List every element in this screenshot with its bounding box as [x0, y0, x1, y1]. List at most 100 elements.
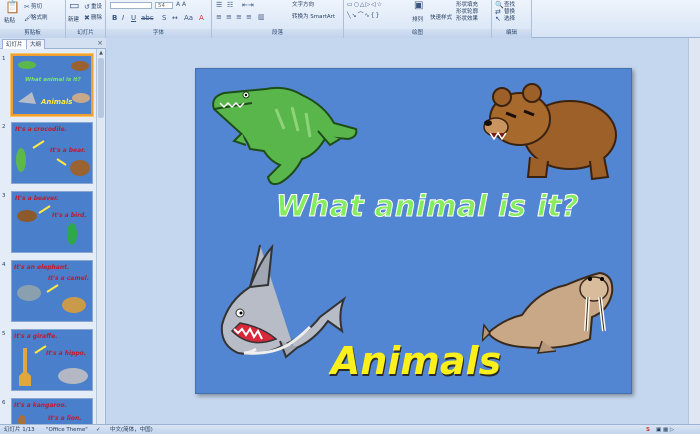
- language-indicator[interactable]: 中文(简体，中国): [110, 425, 153, 434]
- elephant-icon: [17, 285, 41, 301]
- slide-number: 5: [2, 331, 6, 337]
- shape-effects-button[interactable]: 形状效果: [456, 16, 478, 23]
- slides-group: ▭ 新建 ↺ 重设 ✖ 删除 幻灯片: [66, 0, 106, 38]
- slide-canvas[interactable]: What animal is it? Animals: [195, 68, 632, 394]
- slide-thumbnail-4[interactable]: It's an elephant. It's a camel.: [11, 260, 93, 322]
- paste-icon[interactable]: 📋: [5, 1, 20, 13]
- thumb-line1: It's a giraffe.: [14, 333, 58, 340]
- ime-icon[interactable]: S: [646, 425, 650, 434]
- scroll-thumb[interactable]: [98, 58, 104, 118]
- new-slide-button[interactable]: 新建: [68, 17, 79, 24]
- bold-icon[interactable]: B: [112, 14, 117, 22]
- font-size-box[interactable]: 54: [155, 2, 173, 9]
- slide-thumbnail-5[interactable]: It's a giraffe. It's a hippo.: [11, 329, 93, 391]
- bullets-icon[interactable]: ☰: [216, 1, 222, 9]
- strikethrough-icon[interactable]: abc: [141, 14, 154, 22]
- lines-gallery-icon[interactable]: ╲↘⌒∿{}: [347, 12, 380, 20]
- delete-button[interactable]: 删除: [91, 15, 102, 22]
- justify-icon[interactable]: ≡: [246, 13, 252, 21]
- panel-tabs: 幻灯片 大纲 ×: [0, 38, 106, 49]
- arrow-icon: [46, 284, 59, 293]
- select-button[interactable]: 选择: [504, 16, 515, 23]
- crocodile-icon[interactable]: [206, 79, 366, 189]
- slide-number: 2: [2, 124, 6, 130]
- arrow-icon: [34, 345, 47, 354]
- bear-icon[interactable]: [480, 73, 622, 185]
- thumb-line2: It's a bird.: [52, 212, 87, 219]
- check-icon[interactable]: ✓: [96, 425, 101, 434]
- arrange-icon[interactable]: ▣: [414, 1, 423, 11]
- underline-icon[interactable]: U: [131, 14, 136, 22]
- arrange-button[interactable]: 排列: [412, 17, 423, 24]
- arrow-icon: [32, 140, 45, 149]
- close-icon[interactable]: ×: [97, 39, 103, 48]
- grow-font-icon[interactable]: A A: [176, 1, 186, 9]
- italic-icon[interactable]: I: [122, 14, 124, 22]
- font-color-icon[interactable]: A: [199, 14, 204, 22]
- thumb-line2: It's a hippo.: [46, 350, 87, 357]
- slide-thumbnail-1[interactable]: What animal is it? Animals: [11, 54, 93, 116]
- slide-title[interactable]: What animal is it?: [276, 189, 580, 224]
- change-case-icon[interactable]: Aa: [184, 14, 193, 22]
- clipboard-group-label: 剪贴板: [0, 29, 65, 38]
- slide-subtitle[interactable]: Animals: [326, 339, 506, 383]
- thumb-line1: It's a crocodile.: [15, 126, 67, 133]
- indent-icon[interactable]: ⇤⇥: [242, 1, 254, 9]
- slides-group-label: 幻灯片: [66, 29, 105, 38]
- slides-panel: 幻灯片 大纲 × 1 What animal is it? Animals 2 …: [0, 38, 106, 425]
- cut-button[interactable]: 剪切: [31, 4, 42, 11]
- thumb-title: What animal is it?: [25, 77, 81, 83]
- delete-icon[interactable]: ✖: [84, 14, 90, 22]
- char-spacing-icon[interactable]: ↔: [172, 14, 178, 22]
- paragraph-group: ☰ ☷ ⇤⇥ 文字方向 ≡ ≡ ≡ ≡ ▥ 转换为 SmartArt 段落: [212, 0, 344, 38]
- text-direction-button[interactable]: 文字方向: [292, 2, 314, 9]
- align-right-icon[interactable]: ≡: [236, 13, 242, 21]
- tab-slides[interactable]: 幻灯片: [2, 39, 27, 49]
- giraffe-icon: [19, 348, 31, 386]
- cut-icon[interactable]: ✂: [24, 3, 30, 11]
- drawing-group: ▭○△▷◁☆ ╲↘⌒∿{} ▣ 排列 快速样式 形状填充 形状轮廓 形状效果 绘…: [344, 0, 492, 38]
- slide-thumbnail-6[interactable]: It's a kangaroo. It's a lion.: [11, 398, 93, 425]
- shape-outline-button[interactable]: 形状轮廓: [456, 9, 478, 16]
- thumb-line2: It's a lion.: [48, 415, 82, 422]
- align-center-icon[interactable]: ≡: [226, 13, 232, 21]
- replace-button[interactable]: 替换: [504, 9, 515, 16]
- crocodile-icon: [16, 148, 26, 172]
- beaver-icon: [17, 210, 37, 222]
- clipboard-group: 📋 粘贴 ✂ 剪切 🖌 格式刷 剪贴板: [0, 0, 66, 38]
- find-button[interactable]: 查找: [504, 2, 515, 9]
- theme-name: "Office Theme": [46, 427, 88, 433]
- align-left-icon[interactable]: ≡: [216, 13, 222, 21]
- new-slide-icon[interactable]: ▭: [69, 0, 79, 11]
- shapes-gallery-icon[interactable]: ▭○△▷◁☆: [347, 1, 383, 9]
- font-group-label: 字体: [106, 29, 211, 38]
- editing-group: 🔍 查找 ⇄ 替换 ↖ 选择 编辑: [492, 0, 532, 38]
- select-icon[interactable]: ↖: [495, 15, 501, 23]
- paste-button[interactable]: 粘贴: [4, 18, 15, 25]
- view-icons[interactable]: ▣ ▦ ▷: [656, 425, 674, 434]
- format-painter-button[interactable]: 格式刷: [31, 15, 48, 22]
- slide-thumbnail-3[interactable]: It's a beaver. It's a bird.: [11, 191, 93, 253]
- panel-scrollbar[interactable]: ▲: [96, 49, 104, 424]
- walrus-icon: [72, 93, 90, 103]
- slide-number: 6: [2, 400, 6, 406]
- numbering-icon[interactable]: ☷: [227, 1, 233, 9]
- quick-styles-button[interactable]: 快速样式: [430, 15, 452, 22]
- arrow-icon: [38, 205, 51, 214]
- hippo-icon: [58, 368, 88, 384]
- ribbon: 📋 粘贴 ✂ 剪切 🖌 格式刷 剪贴板 ▭ 新建 ↺ 重设 ✖ 删除 幻灯片 5…: [0, 0, 700, 38]
- shadow-icon[interactable]: S: [162, 14, 166, 22]
- slide-scrollbar[interactable]: [688, 38, 700, 424]
- reset-icon[interactable]: ↺: [84, 3, 90, 11]
- bear-icon: [71, 61, 89, 71]
- font-name-box[interactable]: [110, 2, 152, 9]
- thumb-line1: It's a beaver.: [15, 195, 59, 202]
- slide-thumbnail-2[interactable]: It's a crocodile. It's a bear.: [11, 122, 93, 184]
- shape-fill-button[interactable]: 形状填充: [456, 2, 478, 9]
- tab-outline[interactable]: 大纲: [26, 39, 46, 49]
- columns-icon[interactable]: ▥: [258, 13, 265, 21]
- scroll-up-icon[interactable]: ▲: [97, 49, 105, 57]
- thumb-line2: It's a bear.: [50, 147, 86, 154]
- reset-button[interactable]: 重设: [91, 4, 102, 11]
- convert-smartart-button[interactable]: 转换为 SmartArt: [292, 14, 335, 21]
